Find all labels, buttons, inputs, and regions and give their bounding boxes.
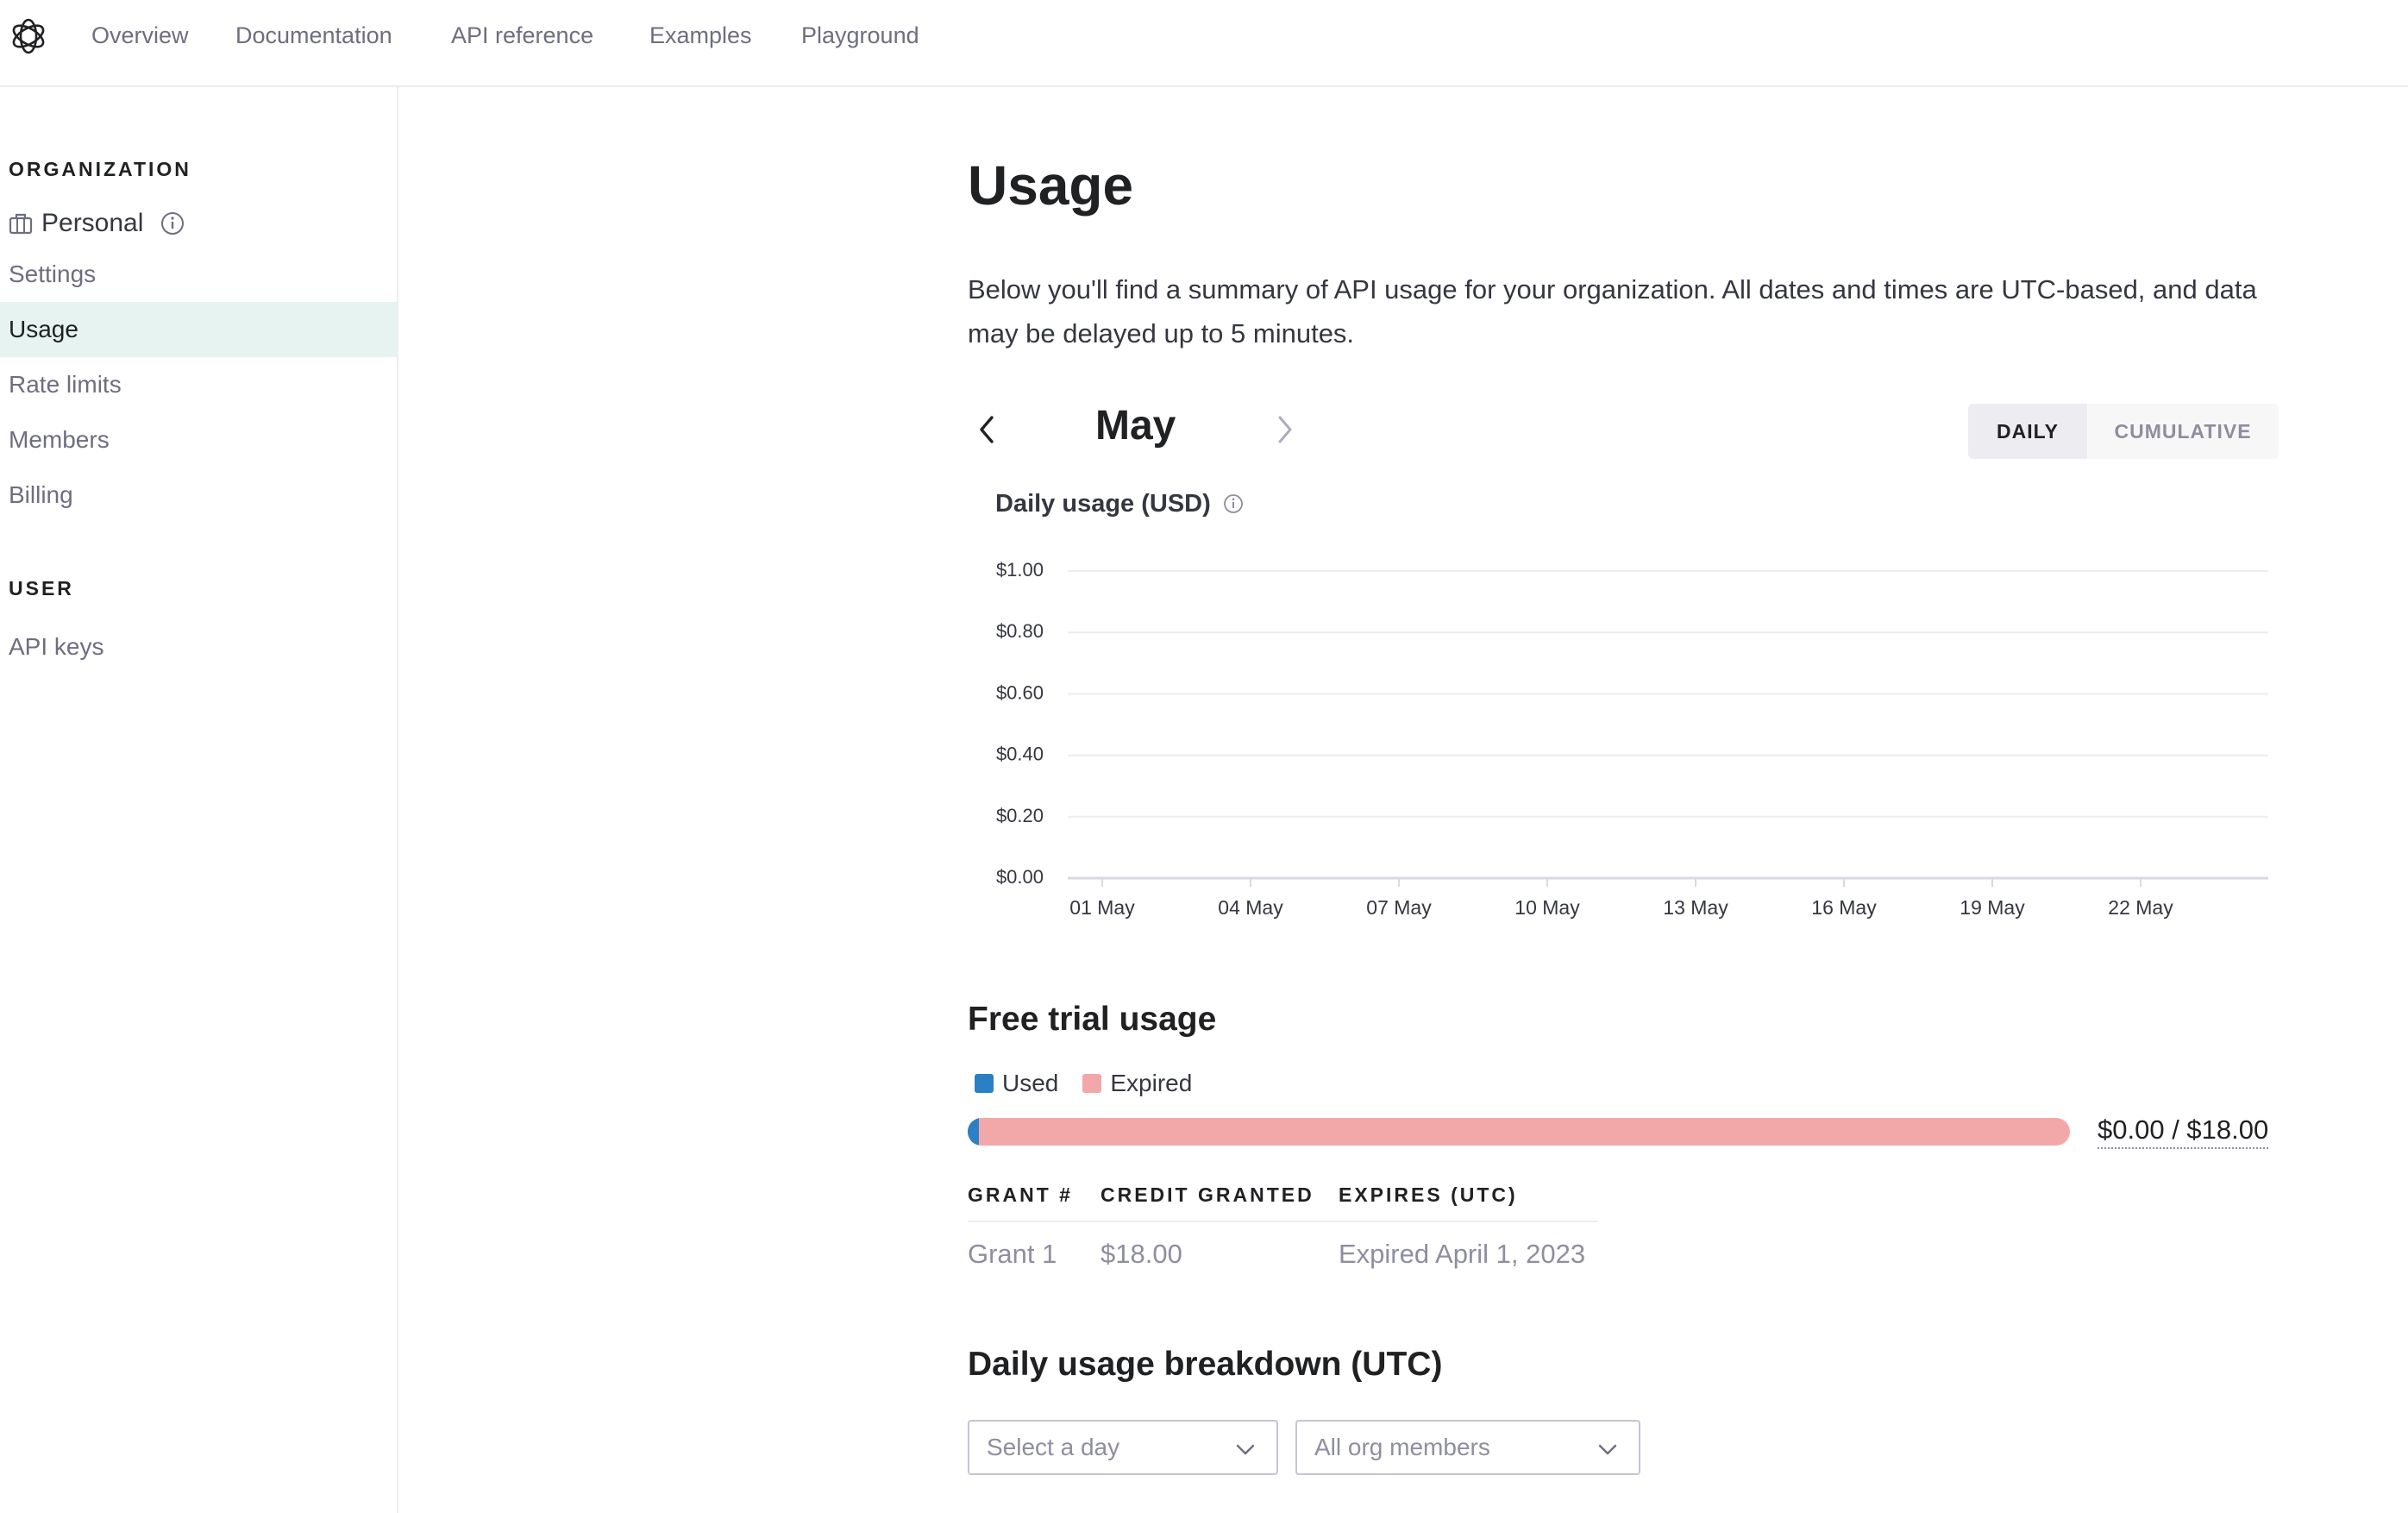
grant-cell-name: Grant 1 <box>968 1239 1057 1269</box>
nav-overview[interactable]: Overview <box>91 22 189 48</box>
free-trial-title: Free trial usage <box>968 1001 1217 1038</box>
sidebar-item-usage[interactable]: Usage <box>0 302 397 357</box>
grant-table-header-expires: EXPIRES (UTC) <box>1339 1183 1518 1206</box>
legend-label-expired: Expired <box>1110 1070 1193 1096</box>
x-tick-label: 10 May <box>1514 896 1580 919</box>
toggle-cumulative-button[interactable]: CUMULATIVE <box>2087 404 2279 459</box>
x-tick-label: 13 May <box>1663 896 1728 919</box>
credit-total-label[interactable]: $0.00 / $18.00 <box>2098 1114 2269 1149</box>
nav-playground[interactable]: Playground <box>801 22 919 48</box>
member-select-value: All org members <box>1314 1434 1490 1460</box>
y-tick-label: $1.00 <box>996 559 1044 581</box>
x-tick-label: 01 May <box>1069 896 1135 919</box>
sidebar-heading-user: USER <box>9 577 74 600</box>
info-icon[interactable] <box>160 211 185 235</box>
legend-label-used: Used <box>1002 1070 1059 1096</box>
nav-examples[interactable]: Examples <box>649 22 752 48</box>
legend-item-expired: Expired <box>1082 1070 1192 1097</box>
chevron-down-icon <box>1236 1444 1255 1455</box>
grant-table-header-grant: GRANT # <box>968 1183 1073 1206</box>
y-tick-label: $0.00 <box>996 866 1044 888</box>
nav-documentation[interactable]: Documentation <box>235 22 392 48</box>
page-description: Below you'll find a summary of API usage… <box>968 274 2257 348</box>
sidebar-item-members[interactable]: Members <box>0 412 397 468</box>
current-month: May <box>1095 403 1176 449</box>
legend-item-used: Used <box>975 1070 1058 1097</box>
y-tick-label: $0.40 <box>996 744 1044 765</box>
legend-swatch-expired <box>1082 1074 1102 1093</box>
y-tick-label: $0.20 <box>996 805 1044 826</box>
credit-used-fill <box>968 1118 979 1146</box>
day-select-placeholder: Select a day <box>987 1434 1120 1460</box>
chevron-down-icon <box>1598 1444 1617 1455</box>
sidebar-item-settings[interactable]: Settings <box>0 247 397 302</box>
org-selector[interactable]: Personal <box>9 208 185 239</box>
day-select[interactable]: Select a day <box>968 1420 1278 1475</box>
x-tick-label: 22 May <box>2108 896 2173 919</box>
toggle-daily-button[interactable]: DAILY <box>1968 404 2087 459</box>
sidebar-item-api-keys[interactable]: API keys <box>0 619 397 675</box>
grant-table-divider <box>968 1221 1597 1222</box>
sidebar-item-rate-limits[interactable]: Rate limits <box>0 357 397 412</box>
top-nav: Overview Documentation API reference Exa… <box>0 0 2408 87</box>
page-title: Usage <box>968 154 1134 217</box>
view-toggle: DAILY CUMULATIVE <box>1968 404 2279 459</box>
x-tick-label: 04 May <box>1218 896 1283 919</box>
y-tick-label: $0.60 <box>996 681 1044 703</box>
chart-info-icon[interactable] <box>1223 493 1244 514</box>
legend-swatch-used <box>975 1074 994 1093</box>
prev-month-button[interactable] <box>969 411 1004 449</box>
y-tick-label: $0.80 <box>996 620 1044 642</box>
x-tick-label: 16 May <box>1811 896 1877 919</box>
org-name: Personal <box>41 209 144 237</box>
daily-usage-chart: $0.00 $0.20 $0.40 $0.60 $0.80 $1.00 01 May 04 M… <box>996 559 2268 919</box>
grant-table-header-credit: CREDIT GRANTED <box>1101 1183 1314 1206</box>
openai-logo-icon[interactable] <box>7 16 50 57</box>
sidebar-item-billing[interactable]: Billing <box>0 468 397 523</box>
free-trial-legend: Used Expired <box>975 1070 1216 1097</box>
sidebar-heading-organization: ORGANIZATION <box>9 158 191 180</box>
x-tick-label: 07 May <box>1366 896 1432 919</box>
x-tick-label: 19 May <box>1960 896 2025 919</box>
next-month-button[interactable] <box>1268 411 1302 449</box>
grant-cell-credit: $18.00 <box>1101 1239 1182 1269</box>
briefcase-icon <box>9 213 33 235</box>
chart-title: Daily usage (USD) <box>995 490 1211 518</box>
sidebar: ORGANIZATION Personal Settings Usage Rat… <box>0 87 398 1513</box>
credit-progress-bar <box>968 1118 2070 1146</box>
breakdown-title: Daily usage breakdown (UTC) <box>968 1346 1443 1383</box>
grant-cell-expires: Expired April 1, 2023 <box>1339 1239 1586 1269</box>
nav-api-reference[interactable]: API reference <box>451 22 593 48</box>
member-select[interactable]: All org members <box>1295 1420 1640 1475</box>
